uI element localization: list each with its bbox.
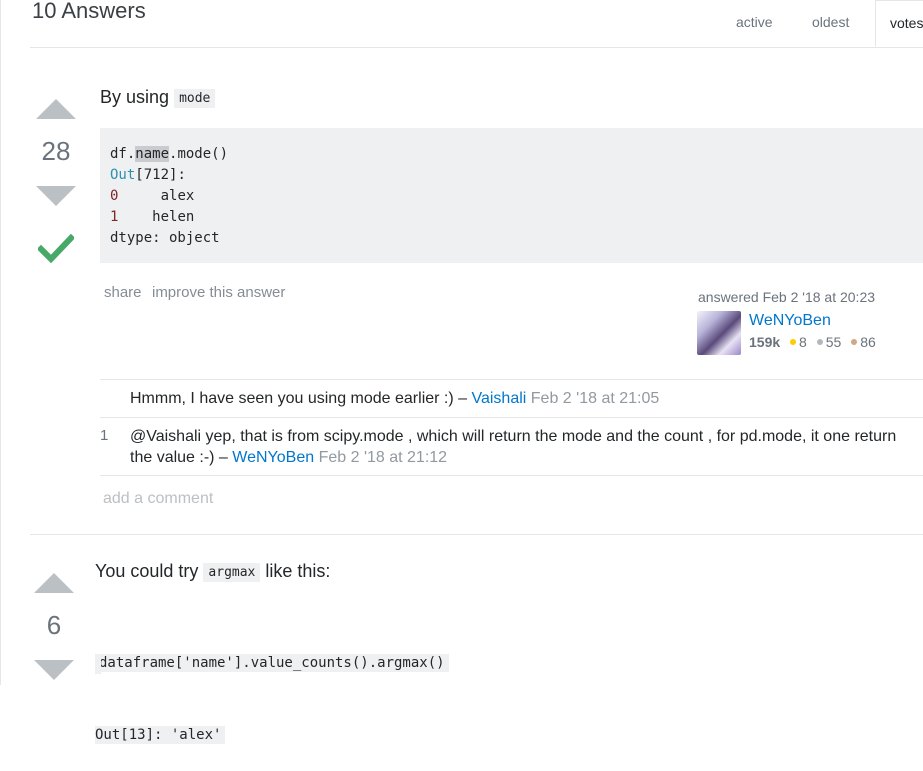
comment-score: 1 xyxy=(100,427,109,444)
downvote-arrow-icon[interactable] xyxy=(34,660,74,680)
header-divider xyxy=(30,47,923,48)
left-border xyxy=(0,0,1,685)
silver-badge-icon xyxy=(816,339,823,345)
comment: Hmmm, I have seen you using mode earlier… xyxy=(130,388,920,409)
code-text: df. xyxy=(110,146,136,162)
code-block: dataframe['name'].value_counts().argmax(… xyxy=(95,603,449,771)
comment-author-link[interactable]: Vaishali xyxy=(471,390,526,407)
code-highlight: name xyxy=(135,146,170,162)
comment-date: Feb 2 '18 at 21:05 xyxy=(530,390,660,407)
comment-text: Hmmm, I have seen you using mode earlier… xyxy=(130,390,468,407)
comment-divider xyxy=(100,417,923,418)
vote-count: 6 xyxy=(46,610,62,640)
tab-votes[interactable]: votes xyxy=(875,0,923,47)
add-comment-link[interactable]: add a comment xyxy=(103,490,213,508)
answer-body-intro: By using mode xyxy=(100,87,216,108)
code-line: Out[13]: 'alex' xyxy=(95,726,226,744)
reputation-score: 159k xyxy=(749,334,781,350)
inline-code: mode xyxy=(174,89,216,108)
comment-date: Feb 2 '18 at 21:12 xyxy=(318,449,448,466)
answer-divider xyxy=(30,534,923,535)
silver-badge-count: 55 xyxy=(825,334,842,350)
answer-body-text: You could try xyxy=(95,561,199,581)
accepted-check-icon xyxy=(38,233,74,264)
comments-divider xyxy=(100,379,923,380)
answer-body-intro: You could try argmax like this: xyxy=(95,561,330,582)
comment-divider xyxy=(100,475,923,476)
vote-count: 28 xyxy=(41,136,71,166)
gold-badge-icon xyxy=(790,339,797,345)
code-line: dataframe['name'].value_counts().argmax(… xyxy=(95,654,449,672)
user-reputation: 159k 8 55 86 xyxy=(749,334,876,350)
bronze-badge-count: 86 xyxy=(860,334,876,350)
upvote-arrow-icon[interactable] xyxy=(36,99,76,119)
post-menu: share improve this answer xyxy=(104,284,285,302)
code-text: [712]: xyxy=(135,167,186,183)
inline-code: argmax xyxy=(203,563,261,582)
bronze-badge-icon xyxy=(851,339,858,345)
improve-answer-link[interactable]: improve this answer xyxy=(152,284,285,301)
answered-timestamp: answered Feb 2 '18 at 20:23 xyxy=(698,289,876,305)
tab-active[interactable]: active xyxy=(736,14,773,30)
code-keyword: Out xyxy=(110,167,136,183)
downvote-arrow-icon[interactable] xyxy=(36,186,76,206)
code-text: helen xyxy=(118,209,195,225)
share-link[interactable]: share xyxy=(104,284,142,301)
comment: @Vaishali yep, that is from scipy.mode ,… xyxy=(130,426,920,468)
code-text: .mode() xyxy=(169,146,229,162)
user-name-link[interactable]: WeNYoBen xyxy=(749,312,831,330)
code-text: dtype: object xyxy=(110,230,220,246)
comment-author-link[interactable]: WeNYoBen xyxy=(232,449,314,466)
answer-body-text: By using xyxy=(100,87,170,107)
gold-badge-count: 8 xyxy=(799,334,807,350)
upvote-arrow-icon[interactable] xyxy=(34,573,74,593)
code-block: df.name.mode() Out[712]: 0 alex 1 helen … xyxy=(100,128,923,263)
avatar[interactable] xyxy=(697,311,741,355)
code-text: alex xyxy=(118,188,195,204)
tab-votes-label: votes xyxy=(890,15,923,31)
answers-count-heading: 10 Answers xyxy=(32,0,146,23)
answer-body-text: like this: xyxy=(265,561,331,581)
code-cursor-line xyxy=(95,654,101,674)
tab-oldest[interactable]: oldest xyxy=(812,14,849,30)
